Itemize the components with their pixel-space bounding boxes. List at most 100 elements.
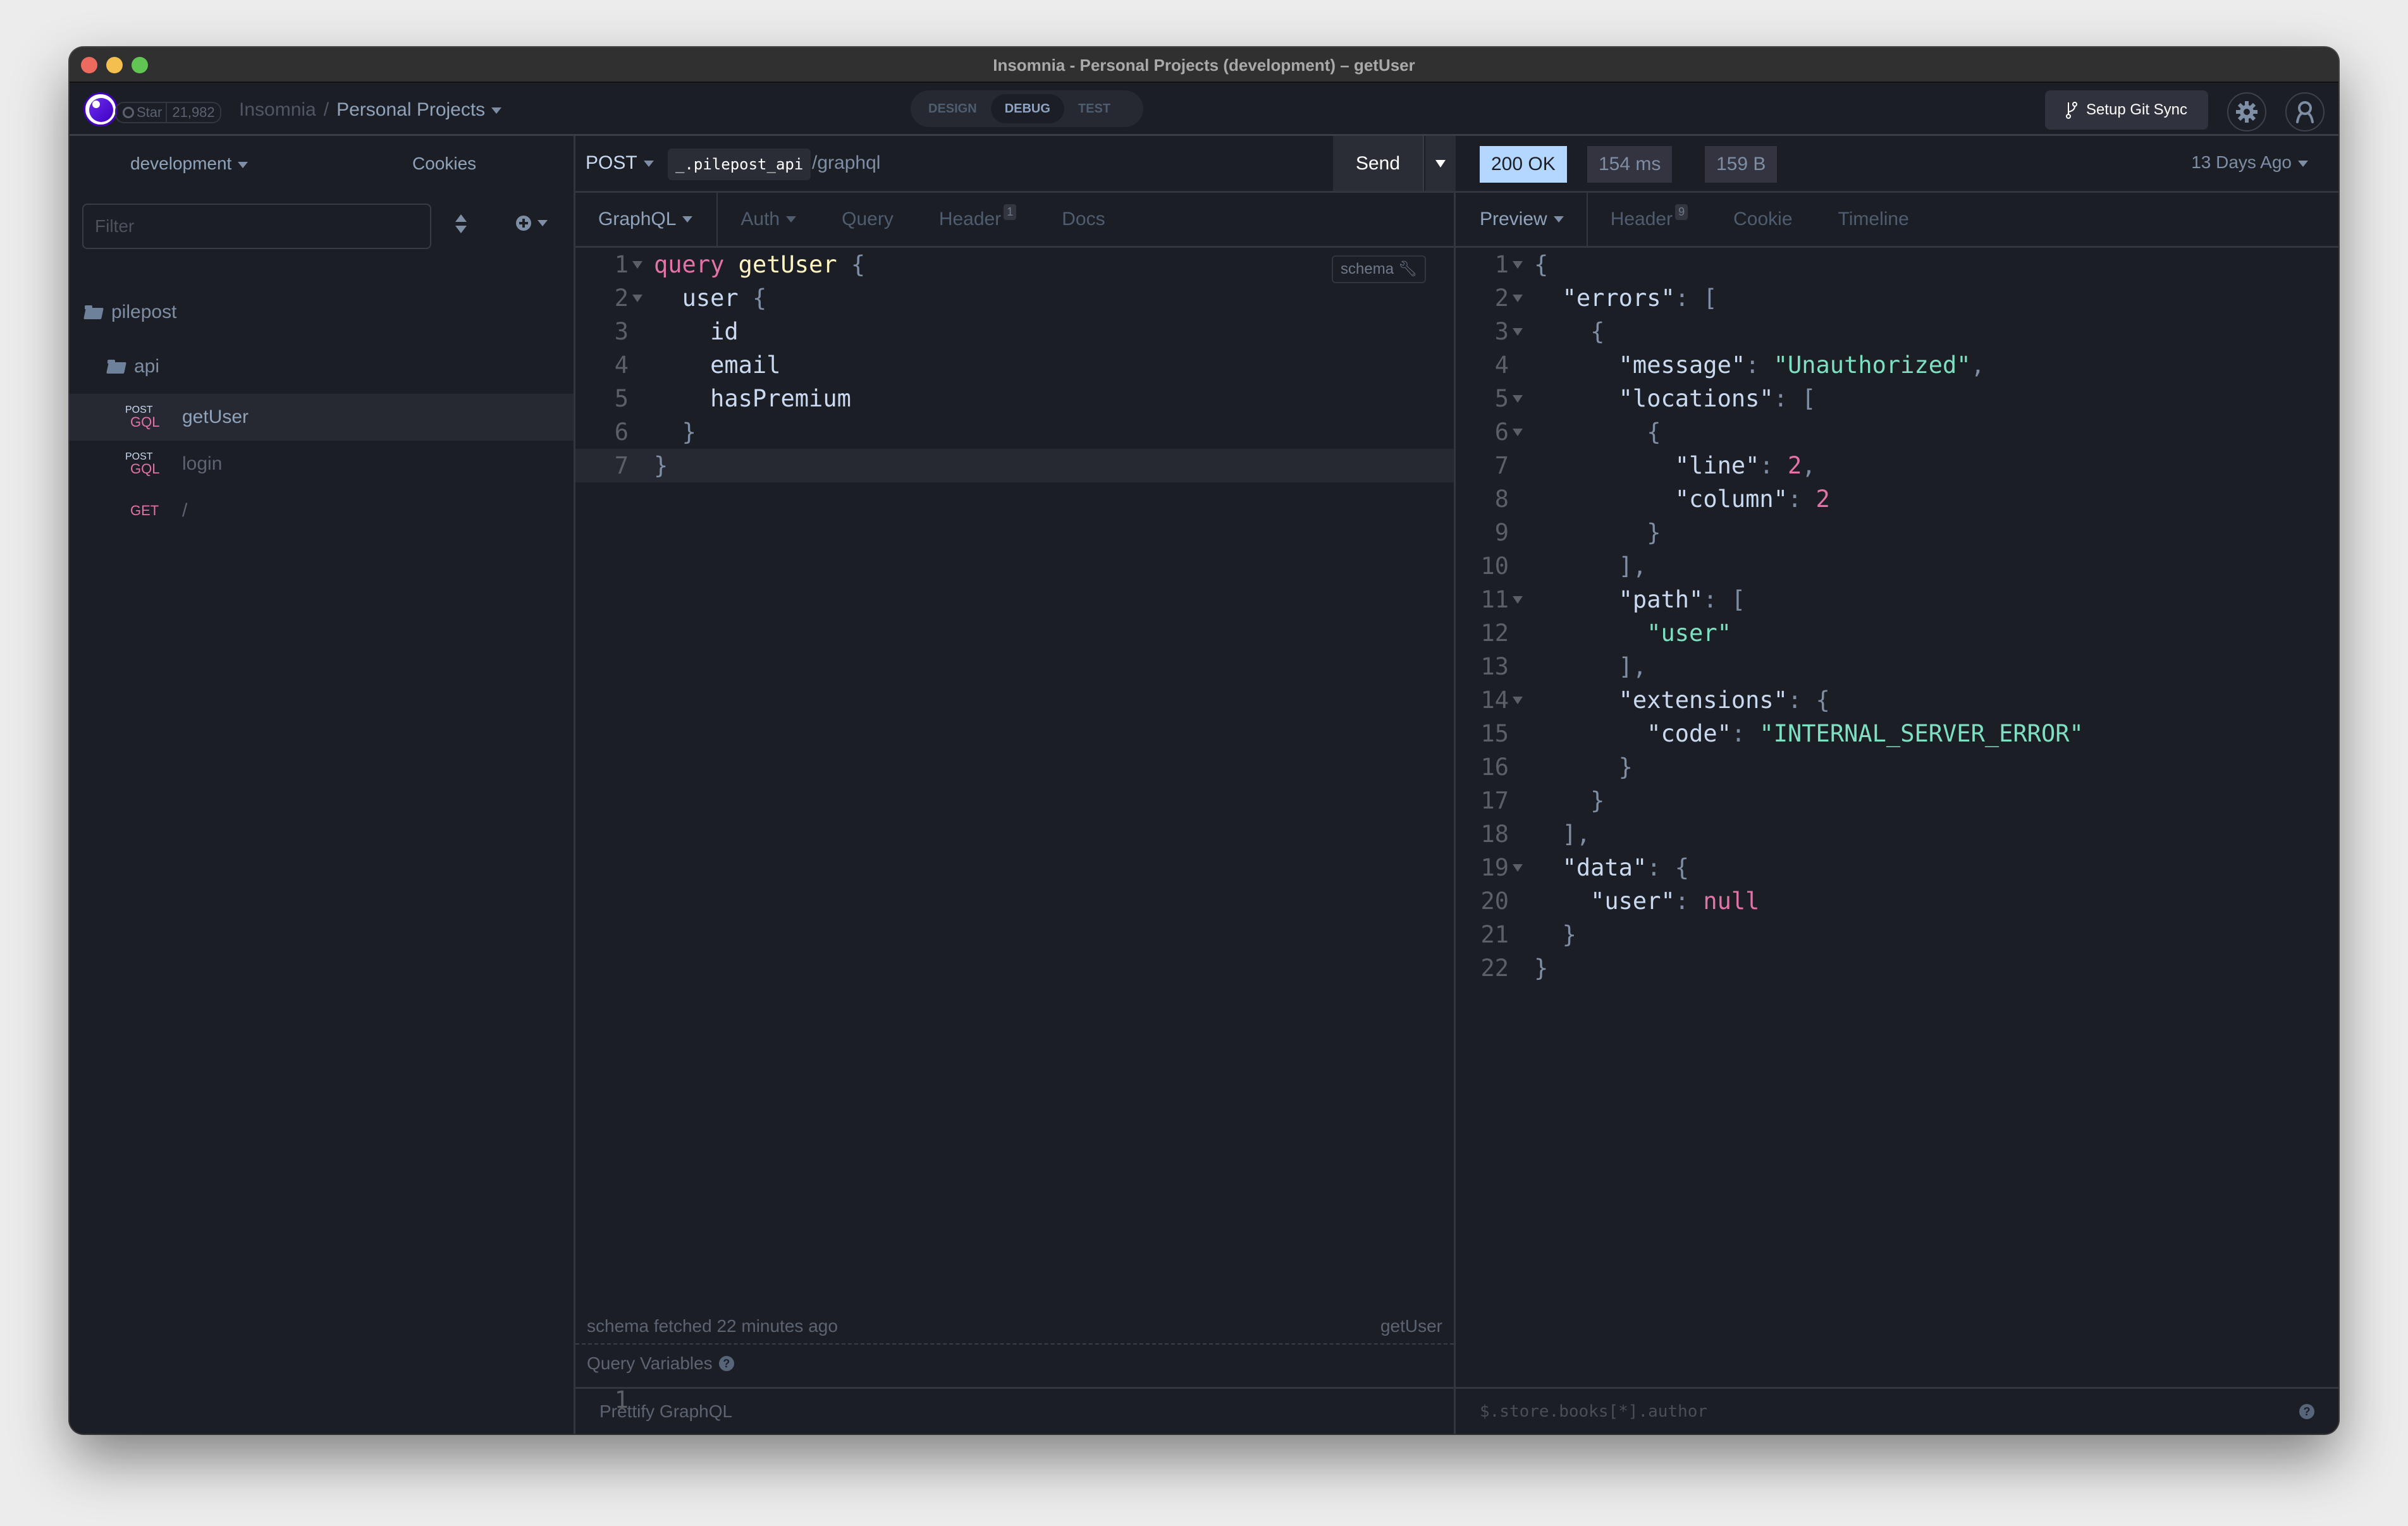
account-button[interactable] [2285,92,2325,131]
editor-status-line: schema fetched 22 minutes ago getUser [587,1316,1442,1345]
app-header: Star 21,982 Insomnia / Personal Projects… [70,83,2338,136]
tab-cookie[interactable]: Cookie [1711,193,1815,246]
settings-button[interactable] [2227,92,2266,131]
history-label: 13 Days Ago [2191,152,2292,172]
fold-arrow-icon[interactable] [1513,596,1523,604]
line-number: 12 [1480,620,1509,647]
code-text: hasPremium [710,385,851,412]
response-viewer[interactable]: 1{2 "errors": [3 {4 "message": "Unauthor… [1456,248,2338,985]
line-number: 2 [614,284,629,312]
line-number: 18 [1480,821,1509,848]
code-text: } [1562,921,1576,948]
sidebar-filter-input[interactable] [82,204,431,249]
prettify-graphql-button[interactable]: Prettify GraphQL [599,1401,732,1422]
user-icon [2296,101,2314,123]
request-name: / [182,500,188,521]
code-line: 4 "message": "Unauthorized", [1456,348,2338,382]
graphql-editor[interactable]: schema 🔧︎ 1 query getUser {2 user {3 id 4 … [575,248,1454,482]
github-star-button[interactable]: Star [116,103,168,122]
mode-test-tab[interactable]: TEST [1064,94,1124,123]
code-line: 6 } [575,415,1454,449]
request-name: getUser [182,406,249,427]
url-env-variable-tag[interactable]: _.pilepost_api [668,149,811,180]
chevron-down-icon [786,216,797,223]
breadcrumb-root[interactable]: Insomnia [239,99,316,121]
code-line: 17 } [1456,784,2338,817]
environment-dropdown[interactable]: development [130,154,249,174]
github-star-badge[interactable]: Star 21,982 [115,102,221,123]
fold-arrow-icon[interactable] [1513,697,1523,704]
tab-query[interactable]: Query [819,193,916,246]
fold-arrow-icon[interactable] [1513,864,1523,872]
code-line: 1 query getUser { [575,248,1454,281]
send-button[interactable]: Send [1333,136,1424,191]
fold-arrow-icon[interactable] [632,295,642,302]
line-number: 3 [614,318,629,345]
line-number: 6 [614,418,629,446]
sort-icon[interactable] [455,214,468,240]
url-input[interactable]: /graphql [812,152,880,174]
request-item-login[interactable]: POST GQL login [70,441,574,487]
code-line: 19 "data": { [1456,851,2338,884]
method-label: GET [130,503,159,518]
code-line: 10 ], [1456,549,2338,583]
chevron-down-icon [538,220,548,226]
tab-preview[interactable]: Preview [1456,193,1588,246]
code-line: 2 user { [575,281,1454,315]
help-icon[interactable]: ? [2299,1403,2314,1419]
tab-label: Header [1610,209,1673,229]
fold-arrow-icon[interactable] [1513,328,1523,336]
help-icon[interactable]: ? [718,1356,734,1371]
tab-docs[interactable]: Docs [1039,193,1127,246]
github-star-count: 21,982 [172,104,215,120]
response-pane: 200 OK 154 ms 159 B 13 Days Ago Preview … [1456,136,2338,1434]
tab-timeline[interactable]: Timeline [1815,193,1932,246]
method-dropdown[interactable]: POST [586,152,654,174]
cookies-button[interactable]: Cookies [412,154,476,174]
mode-debug-tab[interactable]: DEBUG [990,94,1064,123]
code-text: "user": null [1590,888,1760,915]
tab-response-header[interactable]: Header 9 [1588,193,1711,246]
code-text: id [710,318,739,345]
send-options-dropdown[interactable] [1425,136,1456,191]
code-text: } [1618,754,1633,781]
sub-folder[interactable]: api [70,339,574,394]
plus-circle-icon [516,216,531,231]
code-text: ], [1618,653,1647,680]
insomnia-logo[interactable] [83,92,118,126]
response-filter-input[interactable] [1480,1401,2299,1421]
setup-git-sync-button[interactable]: Setup Git Sync [2045,90,2208,130]
response-history-dropdown[interactable]: 13 Days Ago [2191,152,2308,173]
fold-arrow-icon[interactable] [1513,295,1523,302]
request-item-root[interactable]: GET / [70,487,574,534]
environment-label: development [130,154,232,173]
header-count-badge: 9 [1675,204,1688,220]
code-line: 4 email [575,348,1454,382]
tab-graphql[interactable]: GraphQL [575,193,718,246]
code-text: "data": { [1562,854,1690,881]
code-text: "line": 2, [1674,452,1816,479]
request-name: login [182,453,223,474]
code-text: "errors": [ [1562,284,1717,312]
fold-arrow-icon[interactable] [632,261,642,269]
fold-arrow-icon[interactable] [1513,395,1523,403]
tab-header[interactable]: Header 1 [916,193,1039,246]
query-variables-label: Query Variables ? [587,1353,734,1374]
code-text: { [1647,418,1661,446]
project-dropdown[interactable]: Personal Projects [336,99,502,121]
tab-auth[interactable]: Auth [718,193,819,246]
add-request-button[interactable] [516,216,548,231]
request-item-getuser[interactable]: POST GQL getUser [70,394,574,441]
fold-arrow-icon[interactable] [1513,429,1523,436]
github-icon [123,107,134,118]
mode-design-tab[interactable]: DESIGN [914,94,991,123]
code-line: 22} [1456,951,2338,985]
request-tabs: GraphQL Auth Query Header 1 Docs [575,193,1454,248]
breadcrumb-current: Personal Projects [336,99,486,120]
method-bottom-label: GQL [130,414,160,430]
code-line: 11 "path": [ [1456,583,2338,616]
line-number: 5 [1494,385,1509,412]
code-line: 2 "errors": [ [1456,281,2338,315]
workspace-folder[interactable]: pilepost [70,285,574,339]
fold-arrow-icon[interactable] [1513,261,1523,269]
